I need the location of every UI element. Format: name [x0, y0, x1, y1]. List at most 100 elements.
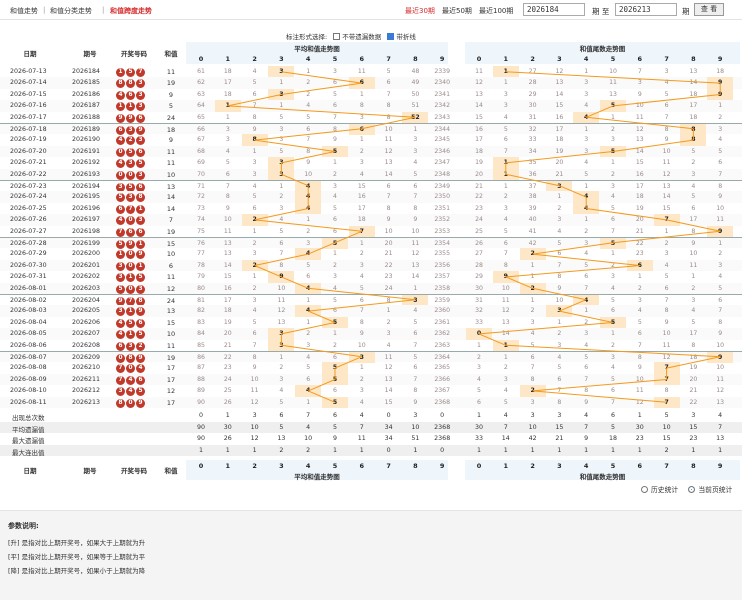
stat-cell: 0	[440, 412, 445, 419]
digit-header-avg-0: 0	[198, 462, 204, 470]
stat-cell: 21	[555, 435, 564, 442]
stat-cell: 1	[557, 446, 562, 454]
stat-cell: 1	[691, 446, 696, 454]
tail-trend-segment	[612, 139, 694, 152]
stat-cell: 1	[584, 446, 589, 454]
to-suffix-label: 期	[682, 7, 690, 16]
stat-cell: 13	[716, 435, 725, 442]
stat-cell: 10	[250, 423, 259, 431]
stat-cell: 1	[332, 446, 337, 454]
stat-cell: 1	[718, 446, 723, 454]
nav-sum-trend[interactable]: 和值走势	[10, 6, 38, 16]
footer-title-avg: 平均和值走势图	[294, 473, 340, 481]
stat-cell: 1	[476, 446, 481, 454]
footer-header-issue: 期号	[83, 467, 97, 475]
stat-label: 最大遗漏值	[12, 437, 45, 445]
quick-last-50[interactable]: 最近50期	[442, 6, 472, 16]
stat-cell: 42	[528, 435, 537, 442]
digit-header-avg-6: 6	[359, 462, 365, 470]
stat-cell: 1	[637, 446, 642, 454]
avg-trend-segment	[254, 265, 282, 278]
stat-cell: 15	[555, 423, 564, 431]
avg-trend-segment	[308, 287, 416, 301]
to-issue-input[interactable]: 2026213	[615, 3, 677, 16]
stat-cell: 1	[530, 446, 535, 454]
stat-cell: 1	[413, 446, 418, 454]
stat-label: 出现总次数	[12, 414, 45, 422]
stat-cell: 2	[279, 446, 284, 454]
stat-scope-radio: 历史统计 当前页统计	[633, 484, 732, 494]
stat-cell: 0	[386, 446, 391, 454]
stat-cell: 1	[225, 412, 230, 419]
with-line-checkbox[interactable]	[387, 33, 395, 40]
digit-header-tail-7: 7	[664, 462, 669, 470]
digit-header-tail-9: 9	[717, 462, 723, 470]
stat-cell: 90	[196, 435, 205, 442]
stat-cell: 12	[250, 435, 259, 442]
digit-header-tail-4: 4	[583, 462, 589, 470]
tail-trend-segment	[559, 310, 614, 323]
trend-lines	[227, 71, 721, 403]
digit-header-tail-6: 6	[637, 462, 643, 470]
no-missing-label: 不带遗漏数据	[342, 33, 382, 41]
avg-trend-segment	[308, 390, 336, 403]
stat-cell: 5	[279, 423, 284, 431]
stat-cell: 2	[664, 446, 669, 454]
avg-trend-segment	[227, 94, 282, 107]
avg-trend-segment	[254, 128, 362, 141]
stat-cell: 2368	[434, 423, 451, 431]
with-line-label: 带折线	[396, 33, 416, 41]
footer-header: 日期 期号 开奖号码 和值 0 0 1 1 2 2 3 3 4 4 5 5 6 6 7 7 8 8 9 9 平均和值走…	[0, 460, 742, 481]
query-button[interactable]: 查 看	[694, 3, 724, 16]
digit-header-tail-2: 2	[530, 462, 535, 470]
stat-cell: 4	[359, 412, 364, 419]
stat-cell: 11	[357, 435, 366, 442]
footer-header-sum: 和值	[164, 467, 178, 475]
stat-cell: 0	[386, 412, 391, 419]
quick-last-100[interactable]: 最近100期	[479, 6, 513, 16]
stat-cell: 26	[223, 435, 232, 442]
stat-cell: 5	[664, 412, 669, 419]
stat-row: 最大连出值 1 1 1 2 2 1 1 0 1 0 1 1 1 1 1 1 1 2 1 1	[0, 444, 742, 457]
avg-trend-segment	[281, 173, 309, 187]
stat-cell: 51	[411, 435, 420, 442]
avg-trend-segment	[227, 105, 416, 118]
avg-trend-segment	[254, 139, 336, 152]
history-stat-radio[interactable]	[641, 486, 648, 493]
tail-trend-segment	[505, 344, 721, 358]
stat-cell: 1	[476, 412, 481, 419]
tail-trend-segment	[505, 151, 614, 164]
tail-trend-segment	[532, 390, 667, 403]
digit-header-avg-1: 1	[225, 462, 231, 470]
tail-trend-segment	[505, 173, 560, 187]
stat-cell: 5	[610, 423, 615, 431]
stat-cell: 1	[252, 446, 257, 454]
page-stat-label: 当前页统计	[698, 486, 733, 494]
tail-trend-segment	[586, 105, 614, 118]
stat-cell: 18	[608, 435, 617, 442]
stat-cell: 23	[635, 435, 644, 442]
stat-label: 最大连出值	[12, 448, 45, 457]
digit-header-avg-7: 7	[386, 462, 391, 470]
avg-trend-segment	[361, 116, 416, 130]
tail-trend-segment	[612, 94, 721, 107]
stat-row: 最大遗漏值 90 26 12 13 10 9 11 34 51 2368 33 14 42 21 9 18 23 1…	[0, 433, 742, 445]
top-toolbar: 和值走势 | 和值分类走势 | 和值跨度走势 最近30期 最近50期 最近100…	[0, 0, 742, 20]
tail-trend-segment	[532, 253, 640, 266]
stat-cell: 3	[557, 412, 562, 419]
digit-header-avg-4: 4	[305, 462, 311, 470]
nav-sum-category-trend[interactable]: 和值分类走势	[50, 6, 92, 16]
stat-row: 平均遗漏值 90 30 10 5 4 5 7 34 10 2368 30 7 10 15 7 5 30 10 15 7	[0, 421, 742, 434]
tail-trend-segment	[532, 287, 587, 301]
from-issue-input[interactable]: 2026184	[523, 3, 585, 16]
quick-last-30[interactable]: 最近30期	[405, 6, 435, 16]
no-missing-checkbox[interactable]	[333, 33, 341, 40]
tail-trend-segment	[505, 265, 640, 278]
page-stat-radio[interactable]	[688, 486, 696, 493]
stat-cell: 0	[198, 412, 203, 419]
stat-cell: 10	[528, 423, 537, 431]
digit-header-tail-1: 1	[503, 462, 509, 470]
stat-cell: 6	[610, 412, 615, 419]
nav-sum-span-trend[interactable]: 和值跨度走势	[110, 6, 152, 16]
nav-separator: |	[43, 6, 46, 14]
